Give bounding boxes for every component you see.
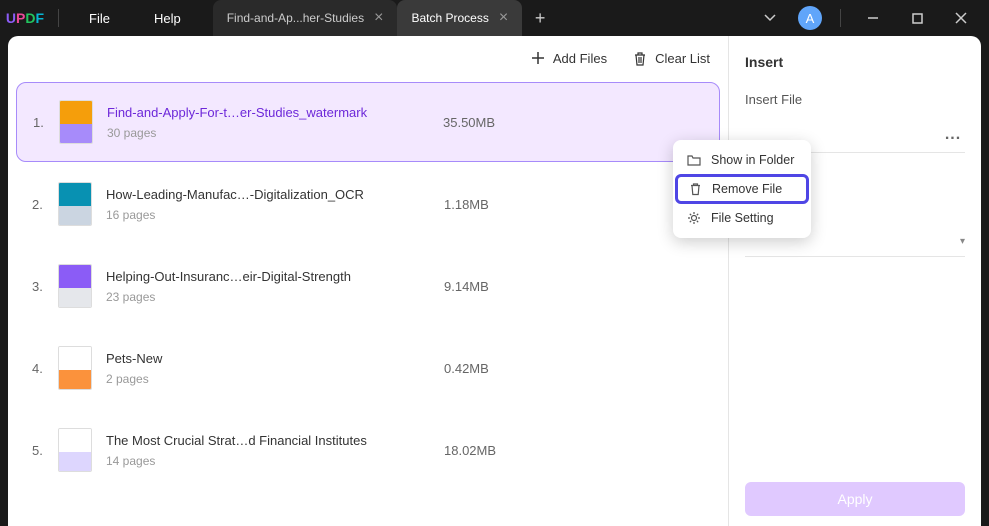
file-size: 0.42MB (444, 361, 544, 376)
menu-file[interactable]: File (67, 11, 132, 26)
file-row[interactable]: 3. Helping-Out-Insuranc…eir-Digital-Stre… (16, 246, 720, 326)
ctx-file-setting[interactable]: File Setting (673, 204, 811, 232)
file-name: Helping-Out-Insuranc…eir-Digital-Strengt… (106, 269, 444, 284)
file-size: 35.50MB (443, 115, 543, 130)
avatar[interactable]: A (798, 6, 822, 30)
add-files-label: Add Files (553, 51, 607, 66)
app-logo: UPDF (0, 10, 50, 26)
minimize-button[interactable] (853, 0, 893, 36)
insert-file-label: Insert File (745, 92, 965, 107)
file-panel: Add Files Clear List 1. Find-and-Apply-F… (8, 36, 729, 526)
tab-strip: Find-and-Ap...her-Studies × Batch Proces… (213, 0, 558, 36)
ctx-remove-file[interactable]: Remove File (675, 174, 809, 204)
row-number: 4. (32, 361, 58, 376)
titlebar: UPDF File Help Find-and-Ap...her-Studies… (0, 0, 989, 36)
side-panel: Insert Insert File ... ▾ Apply (729, 36, 981, 526)
clear-list-button[interactable]: Clear List (633, 51, 710, 66)
add-files-button[interactable]: Add Files (531, 51, 607, 66)
clear-list-label: Clear List (655, 51, 710, 66)
gear-icon (687, 211, 701, 225)
close-button[interactable] (941, 0, 981, 36)
trash-icon (633, 51, 647, 66)
file-list: 1. Find-and-Apply-For-t…er-Studies_water… (8, 80, 728, 526)
panel-title: Insert (745, 54, 965, 70)
apply-button[interactable]: Apply (745, 482, 965, 516)
file-pages: 14 pages (106, 454, 444, 468)
main-content: Add Files Clear List 1. Find-and-Apply-F… (8, 36, 981, 526)
row-number: 1. (33, 115, 59, 130)
file-name: Find-and-Apply-For-t…er-Studies_watermar… (107, 105, 443, 120)
close-icon[interactable]: × (499, 9, 508, 27)
file-pages: 2 pages (106, 372, 444, 386)
chevron-down-icon: ▾ (960, 236, 965, 247)
chevron-down-icon[interactable] (752, 0, 788, 36)
file-size: 18.02MB (444, 443, 544, 458)
file-toolbar: Add Files Clear List (8, 36, 728, 80)
file-name: How-Leading-Manufac…-Digitalization_OCR (106, 187, 444, 202)
file-row[interactable]: 5. The Most Crucial Strat…d Financial In… (16, 410, 720, 490)
row-number: 3. (32, 279, 58, 294)
tab-label: Batch Process (411, 11, 488, 25)
menu-help[interactable]: Help (132, 11, 203, 26)
file-name: Pets-New (106, 351, 444, 366)
tab-batch-process[interactable]: Batch Process × (397, 0, 522, 36)
file-thumbnail (58, 346, 92, 390)
file-row[interactable]: 1. Find-and-Apply-For-t…er-Studies_water… (16, 82, 720, 162)
divider (58, 9, 59, 27)
file-thumbnail (58, 182, 92, 226)
file-name: The Most Crucial Strat…d Financial Insti… (106, 433, 444, 448)
close-icon[interactable]: × (374, 9, 383, 27)
file-row[interactable]: 4. Pets-New 2 pages 0.42MB (16, 328, 720, 408)
browse-button[interactable]: ... (941, 126, 965, 144)
maximize-button[interactable] (897, 0, 937, 36)
plus-icon (531, 51, 545, 65)
row-number: 2. (32, 197, 58, 212)
file-size: 9.14MB (444, 279, 544, 294)
file-thumbnail (58, 264, 92, 308)
tab-label: Find-and-Ap...her-Studies (227, 11, 364, 25)
file-pages: 30 pages (107, 126, 443, 140)
file-thumbnail (58, 428, 92, 472)
file-thumbnail (59, 100, 93, 144)
ctx-show-in-folder[interactable]: Show in Folder (673, 146, 811, 174)
add-tab-button[interactable]: + (522, 0, 558, 36)
file-row[interactable]: 2. How-Leading-Manufac…-Digitalization_O… (16, 164, 720, 244)
divider (840, 9, 841, 27)
row-number: 5. (32, 443, 58, 458)
file-size: 1.18MB (444, 197, 544, 212)
folder-icon (687, 154, 701, 166)
trash-icon (689, 182, 702, 196)
context-menu: Show in Folder Remove File File Setting (673, 140, 811, 238)
file-pages: 16 pages (106, 208, 444, 222)
tab-document[interactable]: Find-and-Ap...her-Studies × (213, 0, 398, 36)
file-pages: 23 pages (106, 290, 444, 304)
